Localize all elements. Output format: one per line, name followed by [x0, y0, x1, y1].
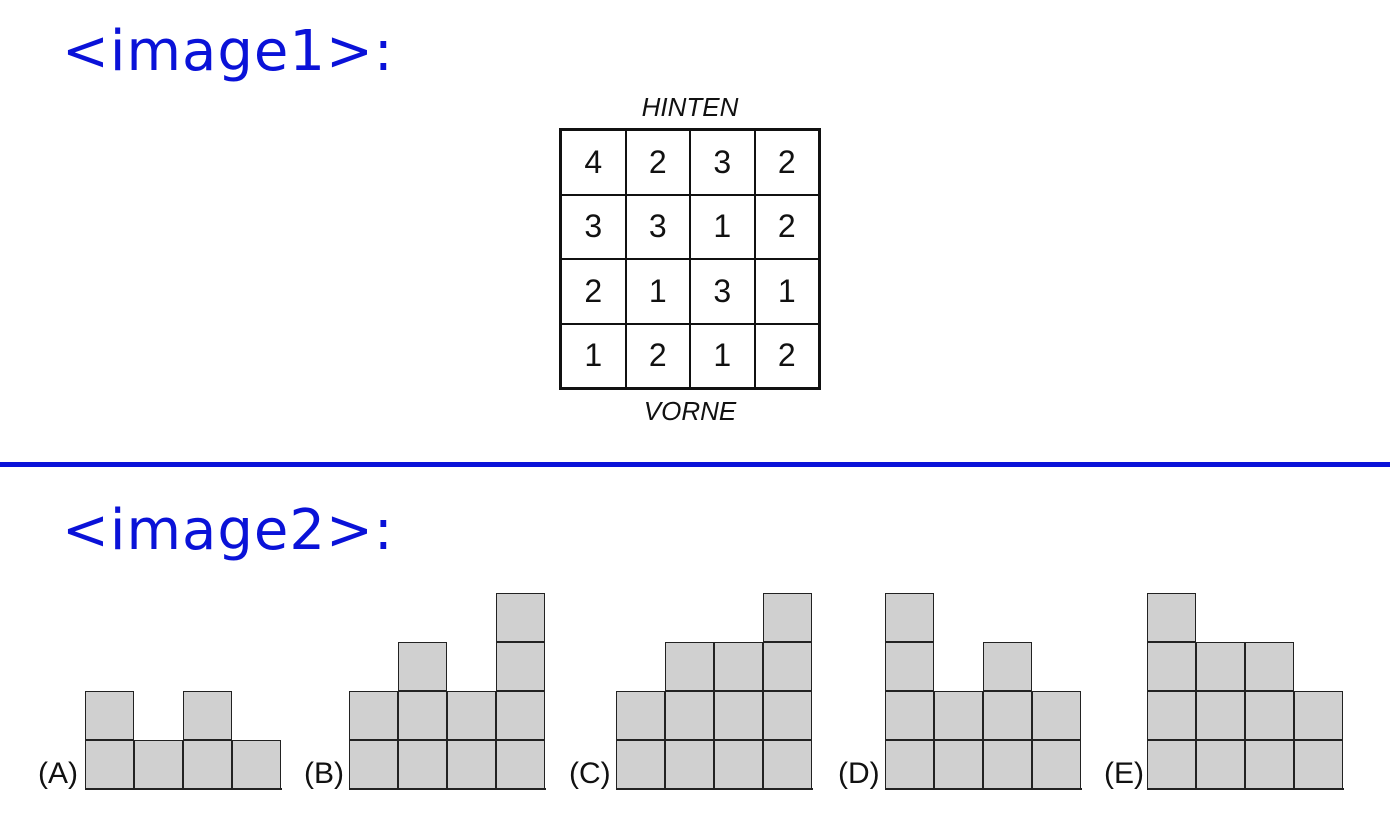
grid-cell: 2	[625, 130, 690, 195]
cube-block	[983, 740, 1032, 789]
cube-block	[1294, 740, 1343, 789]
cube-block	[232, 740, 281, 789]
grid-cell: 2	[754, 194, 819, 259]
image2-label: <image2>:	[62, 498, 394, 563]
cube-block	[183, 740, 232, 789]
grid-cell: 1	[690, 323, 755, 388]
grid-cell: 2	[754, 323, 819, 388]
vorne-label: VORNE	[643, 396, 737, 426]
cube-block	[1032, 691, 1081, 740]
cube-block	[447, 691, 496, 740]
cube-block	[665, 691, 714, 740]
cube-block	[398, 691, 447, 740]
cube-block	[1245, 642, 1294, 691]
cube-block	[1196, 691, 1245, 740]
grid-cell: 1	[690, 194, 755, 259]
grid-cell: 4	[561, 130, 626, 195]
cube-block	[616, 691, 665, 740]
cube-block	[934, 740, 983, 789]
grid-cell: 2	[625, 323, 690, 388]
cube-block	[447, 740, 496, 789]
option-baseline	[616, 788, 813, 790]
cube-block	[496, 593, 545, 642]
cube-block	[1147, 740, 1196, 789]
cube-block	[183, 691, 232, 740]
cube-block	[616, 740, 665, 789]
cube-block	[763, 691, 812, 740]
cube-block	[1147, 642, 1196, 691]
image1-label: <image1>:	[62, 19, 394, 84]
cube-block	[398, 642, 447, 691]
cube-block	[1196, 740, 1245, 789]
cube-block	[934, 691, 983, 740]
option-baseline	[349, 788, 546, 790]
cube-block	[763, 740, 812, 789]
cube-block	[665, 740, 714, 789]
grid-cell: 1	[625, 259, 690, 324]
cube-block	[983, 642, 1032, 691]
option-baseline	[885, 788, 1082, 790]
cube-block	[85, 691, 134, 740]
grid-cell: 3	[561, 194, 626, 259]
cube-block	[1245, 740, 1294, 789]
hinten-label: HINTEN	[641, 92, 739, 122]
cube-block	[714, 642, 763, 691]
cube-block	[1147, 691, 1196, 740]
cube-block	[496, 691, 545, 740]
cube-block	[134, 740, 183, 789]
section-divider	[0, 462, 1390, 467]
cube-block	[983, 691, 1032, 740]
option-label: (C)	[569, 757, 611, 790]
cube-block	[349, 691, 398, 740]
cube-block	[885, 642, 934, 691]
cube-block	[1294, 691, 1343, 740]
grid-cell: 3	[690, 130, 755, 195]
cube-block	[1147, 593, 1196, 642]
option-baseline	[1147, 788, 1344, 790]
option-baseline	[85, 788, 282, 790]
cube-block	[1245, 691, 1294, 740]
cube-block	[496, 740, 545, 789]
cube-block	[763, 642, 812, 691]
grid-cell: 3	[625, 194, 690, 259]
cube-block	[349, 740, 398, 789]
cube-block	[885, 691, 934, 740]
cube-block	[1032, 740, 1081, 789]
cube-block	[85, 740, 134, 789]
cube-block	[496, 642, 545, 691]
option-label: (A)	[38, 757, 78, 790]
cube-block	[885, 740, 934, 789]
cube-block	[763, 593, 812, 642]
option-label: (D)	[838, 757, 880, 790]
grid-cell: 2	[561, 259, 626, 324]
option-label: (B)	[304, 757, 344, 790]
cube-block	[1196, 642, 1245, 691]
cube-block	[885, 593, 934, 642]
grid-cell: 2	[754, 130, 819, 195]
cube-block	[714, 740, 763, 789]
cube-block	[665, 642, 714, 691]
grid-cell: 1	[561, 323, 626, 388]
grid-cell: 1	[754, 259, 819, 324]
grid-cell: 3	[690, 259, 755, 324]
height-grid: 4232331221311212	[559, 128, 821, 390]
option-label: (E)	[1104, 757, 1144, 790]
cube-block	[398, 740, 447, 789]
cube-block	[714, 691, 763, 740]
